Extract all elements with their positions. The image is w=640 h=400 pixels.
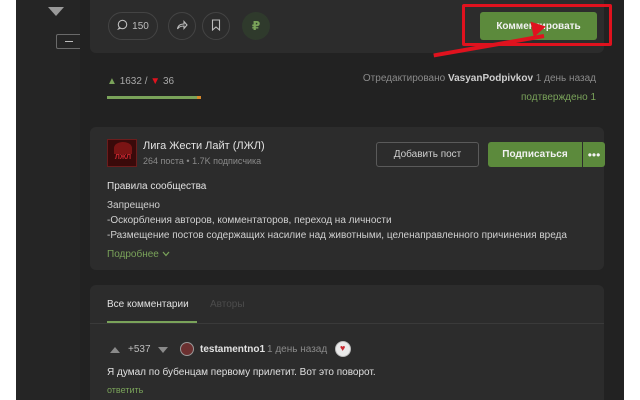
downvote-icon[interactable]: ▼	[150, 76, 160, 87]
editor-name[interactable]: VasyanPodpivkov	[448, 73, 533, 84]
share-arrow-icon	[176, 19, 188, 34]
collapse-arrow-icon[interactable]	[48, 7, 64, 16]
edited-label: Отредактировано	[362, 73, 446, 84]
bookmark-button[interactable]	[202, 12, 230, 40]
rating-ratio-bar	[107, 96, 201, 99]
subscribe-button[interactable]: Подписаться	[488, 142, 582, 167]
downvote-count: 36	[162, 76, 175, 87]
community-logo-mark: ЛЖЛ	[114, 154, 132, 161]
more-link-label: Подробнее	[107, 249, 159, 260]
comments-section: Все комментарии Авторы +537 testamentno1…	[90, 285, 604, 400]
rules-line: -Размещение постов содержащих насилие на…	[107, 230, 567, 241]
edited-time: 1 день назад	[535, 73, 596, 84]
rules-line: Запрещено	[107, 200, 160, 211]
main-content: 150 ₽ Комментировать ▲ 1632 / ▼ 36 Отред…	[80, 0, 624, 400]
comment-text: Я думал по бубенцам первому прилетит. Во…	[107, 367, 376, 378]
ruble-icon: ₽	[251, 19, 261, 33]
post-rating-row: ▲ 1632 / ▼ 36 Отредактировано VasyanPodp…	[90, 66, 604, 106]
heart-badge-icon	[335, 341, 351, 357]
more-options-icon[interactable]: •••	[583, 142, 605, 167]
community-logo[interactable]: ЛЖЛ	[107, 139, 137, 167]
community-card: ЛЖЛ Лига Жести Лайт (ЛЖЛ) 264 поста • 1.…	[90, 127, 605, 270]
tabs-divider	[90, 323, 604, 324]
page-margin	[624, 0, 640, 400]
confirmed-info[interactable]: подтверждено 1	[521, 92, 596, 103]
rating-counter: ▲ 1632 / ▼ 36	[107, 76, 174, 87]
comment-downvote-icon[interactable]	[158, 347, 168, 353]
bookmark-icon	[211, 18, 221, 34]
chevron-down-icon	[162, 249, 170, 260]
speech-bubble-icon	[117, 19, 128, 33]
donate-button[interactable]: ₽	[242, 12, 270, 40]
reply-link[interactable]: ответить	[107, 385, 143, 395]
more-link[interactable]: Подробнее	[107, 249, 170, 260]
upvote-count: 1632	[119, 76, 142, 87]
rating-separator: /	[144, 76, 148, 87]
rating-negative-segment	[197, 96, 201, 99]
community-stats: 264 поста • 1.7K подписчика	[143, 156, 262, 166]
share-button[interactable]	[168, 12, 196, 40]
comments-count-button[interactable]: 150	[108, 12, 158, 40]
annotation-arrow-icon	[530, 18, 548, 38]
rules-title: Правила сообщества	[107, 181, 207, 192]
comments-count: 150	[132, 20, 149, 32]
comment-score: +537	[128, 344, 151, 355]
edited-info: Отредактировано VasyanPodpivkov 1 день н…	[363, 73, 596, 84]
comment-author[interactable]: testamentno1	[200, 344, 265, 355]
upvote-icon[interactable]: ▲	[107, 76, 117, 87]
comment-time: 1 день назад	[267, 344, 328, 355]
rules-line: -Оскорбления авторов, комментаторов, пер…	[107, 215, 392, 226]
add-post-button[interactable]: Добавить пост	[376, 142, 479, 167]
avatar[interactable]	[180, 342, 194, 356]
confirmed-label-text: подтверждено	[520, 92, 588, 103]
comment-upvote-icon[interactable]	[110, 347, 120, 353]
left-rail	[16, 0, 82, 400]
tab-authors[interactable]: Авторы	[210, 299, 245, 310]
tab-all-comments[interactable]: Все комментарии	[107, 299, 189, 310]
confirmed-count: 1	[590, 92, 596, 103]
community-name[interactable]: Лига Жести Лайт (ЛЖЛ)	[143, 140, 265, 152]
collapse-thread-button[interactable]	[56, 34, 82, 49]
